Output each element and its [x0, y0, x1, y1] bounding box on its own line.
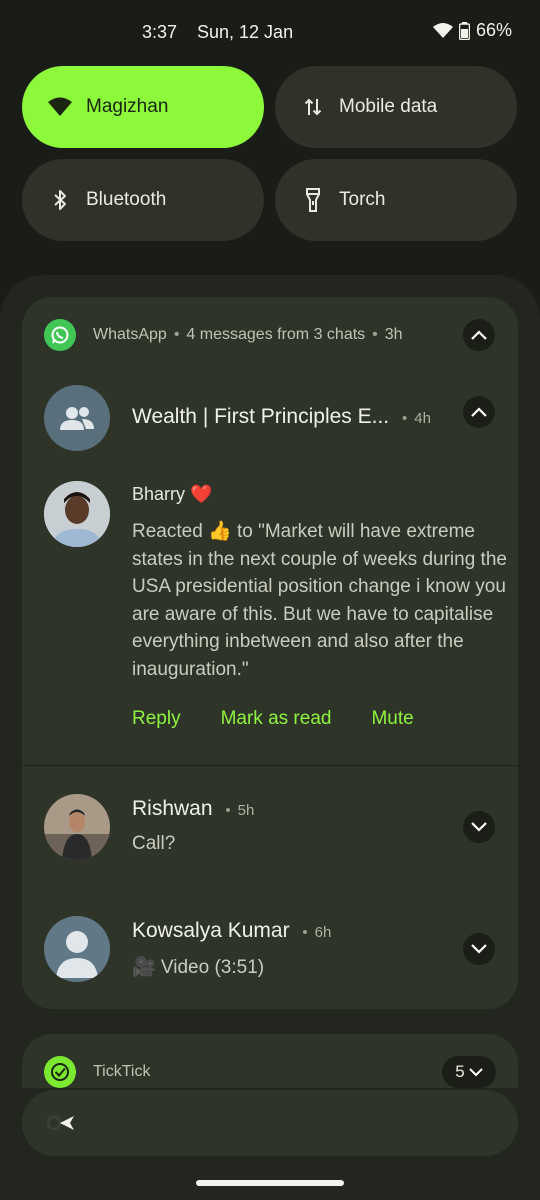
notification-summary: 4 messages from 3 chats: [186, 326, 366, 343]
app-logo-icon: [46, 1114, 82, 1137]
whatsapp-notification[interactable]: WhatsApp • 4 messages from 3 chats • 3h …: [22, 297, 518, 1009]
group-time: 4h: [414, 410, 431, 427]
chevron-up-icon: [471, 407, 487, 417]
collapse-button[interactable]: [463, 319, 495, 351]
chevron-down-icon: [471, 944, 487, 954]
tile-torch[interactable]: Torch: [275, 159, 517, 241]
tile-bluetooth[interactable]: Bluetooth: [22, 159, 264, 241]
notification-count: 5: [455, 1062, 465, 1081]
chevron-down-icon: [469, 1067, 483, 1076]
notification-time: 3h: [384, 326, 403, 343]
mobile-data-icon: [301, 95, 325, 119]
battery-icon: [458, 21, 470, 40]
message-text: Reacted 👍 to "Market will have extreme s…: [132, 521, 507, 680]
ticktick-icon: [44, 1056, 76, 1088]
sender-name: Bharry ❤️: [132, 484, 213, 504]
chat-message: 🎥 Video (3:51): [132, 957, 265, 978]
kowsalya-avatar: [44, 916, 110, 982]
sender-avatar: [44, 481, 110, 547]
ticktick-notification[interactable]: TickTick 5: [22, 1034, 518, 1088]
torch-icon: [301, 188, 325, 212]
chat-message: Call?: [132, 833, 176, 854]
bluetooth-icon: [48, 188, 72, 212]
tile-label: Torch: [339, 189, 386, 210]
notification-header: TickTick: [44, 1056, 150, 1088]
chevron-up-icon: [471, 330, 487, 340]
chat-row-rishwan[interactable]: Rishwan • 5h: [132, 797, 254, 821]
whatsapp-icon: [44, 319, 76, 351]
app-name: TickTick: [93, 1063, 151, 1080]
expand-button[interactable]: [463, 811, 495, 843]
battery-percent: 66%: [475, 20, 512, 40]
notification-actions: Reply Mark as read Mute: [132, 708, 454, 730]
divider: [22, 765, 518, 766]
group-collapse-button[interactable]: [463, 396, 495, 428]
mark-as-read-button[interactable]: Mark as read: [221, 708, 332, 730]
tile-label: Mobile data: [339, 96, 438, 117]
tile-mobile-data[interactable]: Mobile data: [275, 66, 517, 148]
date: Sun, 12 Jan: [197, 22, 294, 42]
rishwan-avatar: [44, 794, 110, 860]
status-bar: 3:37 Sun, 12 Jan 66%: [0, 0, 540, 66]
notification-header: WhatsApp • 4 messages from 3 chats • 3h: [44, 319, 496, 351]
tile-label: Magizhan: [86, 96, 169, 117]
person-icon: [56, 931, 98, 978]
home-gesture-bar[interactable]: [196, 1180, 344, 1186]
chat-row-kowsalya[interactable]: Kowsalya Kumar • 6h: [132, 919, 331, 943]
app-name: WhatsApp: [93, 326, 167, 343]
wifi-signal-icon: [432, 22, 453, 39]
group-avatar: [44, 385, 110, 451]
expand-button[interactable]: [463, 933, 495, 965]
reply-button[interactable]: Reply: [132, 708, 181, 730]
mute-button[interactable]: Mute: [371, 708, 413, 730]
notification-count-button[interactable]: 5: [442, 1056, 496, 1088]
group-icon: [60, 407, 94, 430]
tile-wifi[interactable]: Magizhan: [22, 66, 264, 148]
status-icons: 66%: [432, 20, 512, 41]
media-notification[interactable]: [22, 1090, 518, 1156]
tile-label: Bluetooth: [86, 189, 167, 210]
wifi-icon: [48, 95, 72, 119]
group-title: Wealth | First Principles E... • 4h: [132, 405, 431, 428]
clock: 3:37: [142, 22, 178, 42]
chevron-down-icon: [471, 822, 487, 832]
